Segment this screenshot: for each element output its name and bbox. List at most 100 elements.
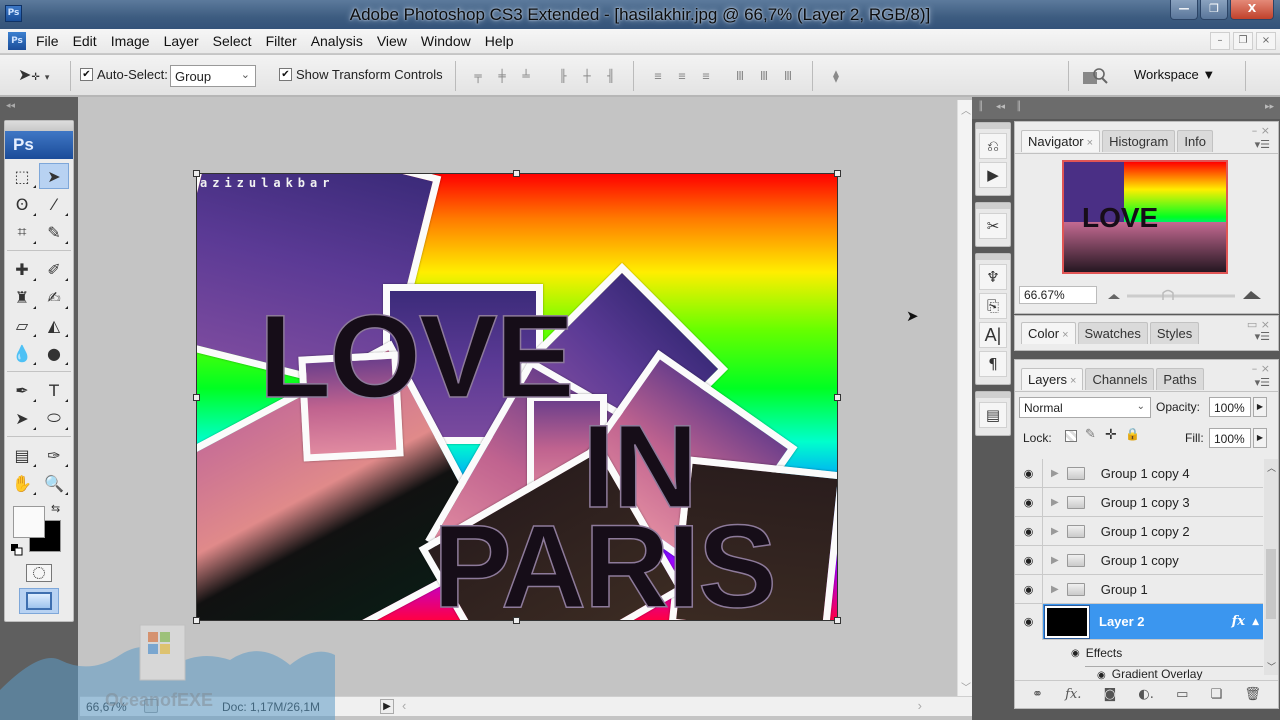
panel-close-icon[interactable]: – × [1252,362,1270,375]
scroll-down-icon[interactable]: ﹀ [1267,660,1276,673]
scroll-right-icon[interactable]: › [918,698,922,713]
zoom-tool-icon[interactable]: 🔍 [39,470,69,496]
menu-filter[interactable]: Filter [266,33,306,49]
dock-grip[interactable]: ║ [1016,102,1021,112]
navigator-thumbnail[interactable]: LOVE [1062,160,1228,274]
history-brush-tool-icon[interactable]: ✍ [39,284,69,310]
clone-stamp-tool-icon[interactable]: ♜ [7,284,37,310]
visibility-eye-icon[interactable]: ◉ [1015,575,1043,603]
align-hcenter-icon[interactable]: ┼ [579,69,595,83]
expand-group-icon[interactable]: ▶ [1051,555,1059,566]
lock-all-icon[interactable]: 🔒 [1125,427,1140,441]
scroll-up-icon[interactable]: ︿ [961,102,971,117]
transform-handle[interactable] [834,394,841,401]
tab-layers[interactable]: Layers × [1021,368,1084,390]
adjustment-layer-icon[interactable]: ◐. [1138,687,1153,702]
effects-row[interactable]: ◉ Effects [1015,640,1263,666]
menu-window[interactable]: Window [421,33,480,49]
align-top-icon[interactable]: ╤ [470,69,486,83]
layer-comps-icon[interactable]: ▤ [979,402,1007,428]
distribute-vcenter-icon[interactable]: ≡ [674,69,690,83]
clone-source-icon[interactable]: ⎘ [979,293,1007,319]
crop-tool-icon[interactable]: ⌗ [7,219,37,245]
tab-info[interactable]: Info [1177,130,1214,152]
menu-edit[interactable]: Edit [73,33,106,49]
brush-tool-icon[interactable]: ✐ [39,256,69,282]
dodge-tool-icon[interactable]: ● [39,340,69,366]
visibility-eye-icon[interactable]: ◉ [1015,603,1043,640]
layer-row-group-1-copy-3[interactable]: ◉ ▶ Group 1 copy 3 [1015,488,1263,517]
hand-tool-icon[interactable]: ✋ [7,470,37,496]
paint-bucket-tool-icon[interactable]: ◭ [39,312,69,338]
scrollbar-thumb[interactable] [1266,549,1276,619]
tab-color[interactable]: Color × [1021,322,1076,344]
navigator-zoom-slider[interactable] [1105,288,1265,302]
menu-analysis[interactable]: Analysis [311,33,372,49]
distribute-left-icon[interactable]: Ⅲ [732,69,748,83]
status-menu-arrow[interactable]: ▶ [380,699,394,714]
doc-minimize-button[interactable]: – [1210,32,1230,50]
visibility-eye-icon[interactable]: ◉ [1015,517,1043,545]
delete-layer-icon[interactable]: 🗑 [1244,687,1261,702]
maximize-button[interactable]: ❐ [1200,0,1228,20]
tool-presets-icon[interactable]: ✂ [979,213,1007,239]
eraser-tool-icon[interactable]: ▱ [7,312,37,338]
tab-channels[interactable]: Channels [1085,368,1155,390]
menu-file[interactable]: File [36,33,68,49]
align-bottom-icon[interactable]: ╧ [518,69,534,83]
quick-mask-button[interactable] [26,564,52,582]
menu-help[interactable]: Help [485,33,523,49]
minimize-button[interactable]: — [1170,0,1198,20]
eyedropper-tool-icon[interactable]: ✑ [39,442,69,468]
screen-mode-button[interactable] [19,588,59,614]
lasso-tool-icon[interactable]: ʘ [7,191,37,217]
scroll-left-icon[interactable]: ‹ [402,698,406,713]
tab-swatches[interactable]: Swatches [1077,322,1148,344]
doc-restore-button[interactable]: ❐ [1233,32,1253,50]
character-panel-icon[interactable]: A| [979,322,1007,348]
lock-pixels-icon[interactable]: ✎ [1085,427,1096,442]
layers-scrollbar[interactable]: ︿ ﹀ [1264,459,1278,675]
transform-handle[interactable] [834,170,841,177]
collapse-dock-icon[interactable]: ◂◂ [996,102,1005,112]
effects-eye-icon[interactable]: ◉ [1071,648,1080,659]
blur-tool-icon[interactable]: 💧 [7,340,37,366]
auto-select-option[interactable]: ✔ Auto-Select: [80,67,168,82]
add-style-icon[interactable]: fx. [1065,687,1081,702]
show-transform-option[interactable]: ✔ Show Transform Controls [279,67,443,82]
auto-align-icon[interactable]: ⧫ [828,69,844,83]
collapse-toolbox-icon[interactable]: ◂◂ [6,101,15,111]
close-tab-icon[interactable]: × [1062,329,1068,341]
tab-navigator[interactable]: Navigator × [1021,130,1101,152]
opacity-slider-arrow[interactable]: ▶ [1253,397,1267,417]
transform-handle[interactable] [513,170,520,177]
workspace-menu-button[interactable]: Workspace ▼ [1134,67,1215,82]
layer-row-group-1[interactable]: ◉ ▶ Group 1 [1015,575,1263,604]
vertical-scrollbar[interactable]: ︿ ﹀ [957,100,972,696]
type-tool-icon[interactable]: T [39,377,69,403]
dock-grip[interactable]: ║ [978,102,983,112]
file-browser-icon[interactable] [1082,66,1108,86]
panel-menu-icon[interactable]: ▾☰ [1255,138,1270,151]
scroll-down-icon[interactable]: ﹀ [961,679,971,694]
layer-row-group-1-copy[interactable]: ◉ ▶ Group 1 copy [1015,546,1263,575]
tab-histogram[interactable]: Histogram [1102,130,1176,152]
lock-transparency-icon[interactable] [1065,430,1077,442]
distribute-bottom-icon[interactable]: ≡ [698,69,714,83]
magic-wand-tool-icon[interactable]: ⁄ [39,191,69,217]
ellipse-tool-icon[interactable]: ⬭ [39,405,69,431]
transform-handle[interactable] [193,617,200,624]
foreground-color-swatch[interactable] [13,506,45,538]
panel-menu-icon[interactable]: ▾☰ [1255,376,1270,389]
ps-menu-icon[interactable]: Ps [8,32,26,50]
expand-group-icon[interactable]: ▶ [1051,526,1059,537]
transform-handle[interactable] [193,394,200,401]
notes-tool-icon[interactable]: ▤ [7,442,37,468]
add-mask-icon[interactable]: ◙ [1104,687,1117,702]
paragraph-panel-icon[interactable]: ¶ [979,351,1007,377]
expand-dock-icon[interactable]: ▸▸ [1265,102,1274,112]
collapse-effects-icon[interactable]: ▲ [1252,617,1259,627]
visibility-eye-icon[interactable]: ◉ [1015,459,1043,487]
tab-styles[interactable]: Styles [1149,322,1200,344]
tab-paths[interactable]: Paths [1156,368,1204,390]
